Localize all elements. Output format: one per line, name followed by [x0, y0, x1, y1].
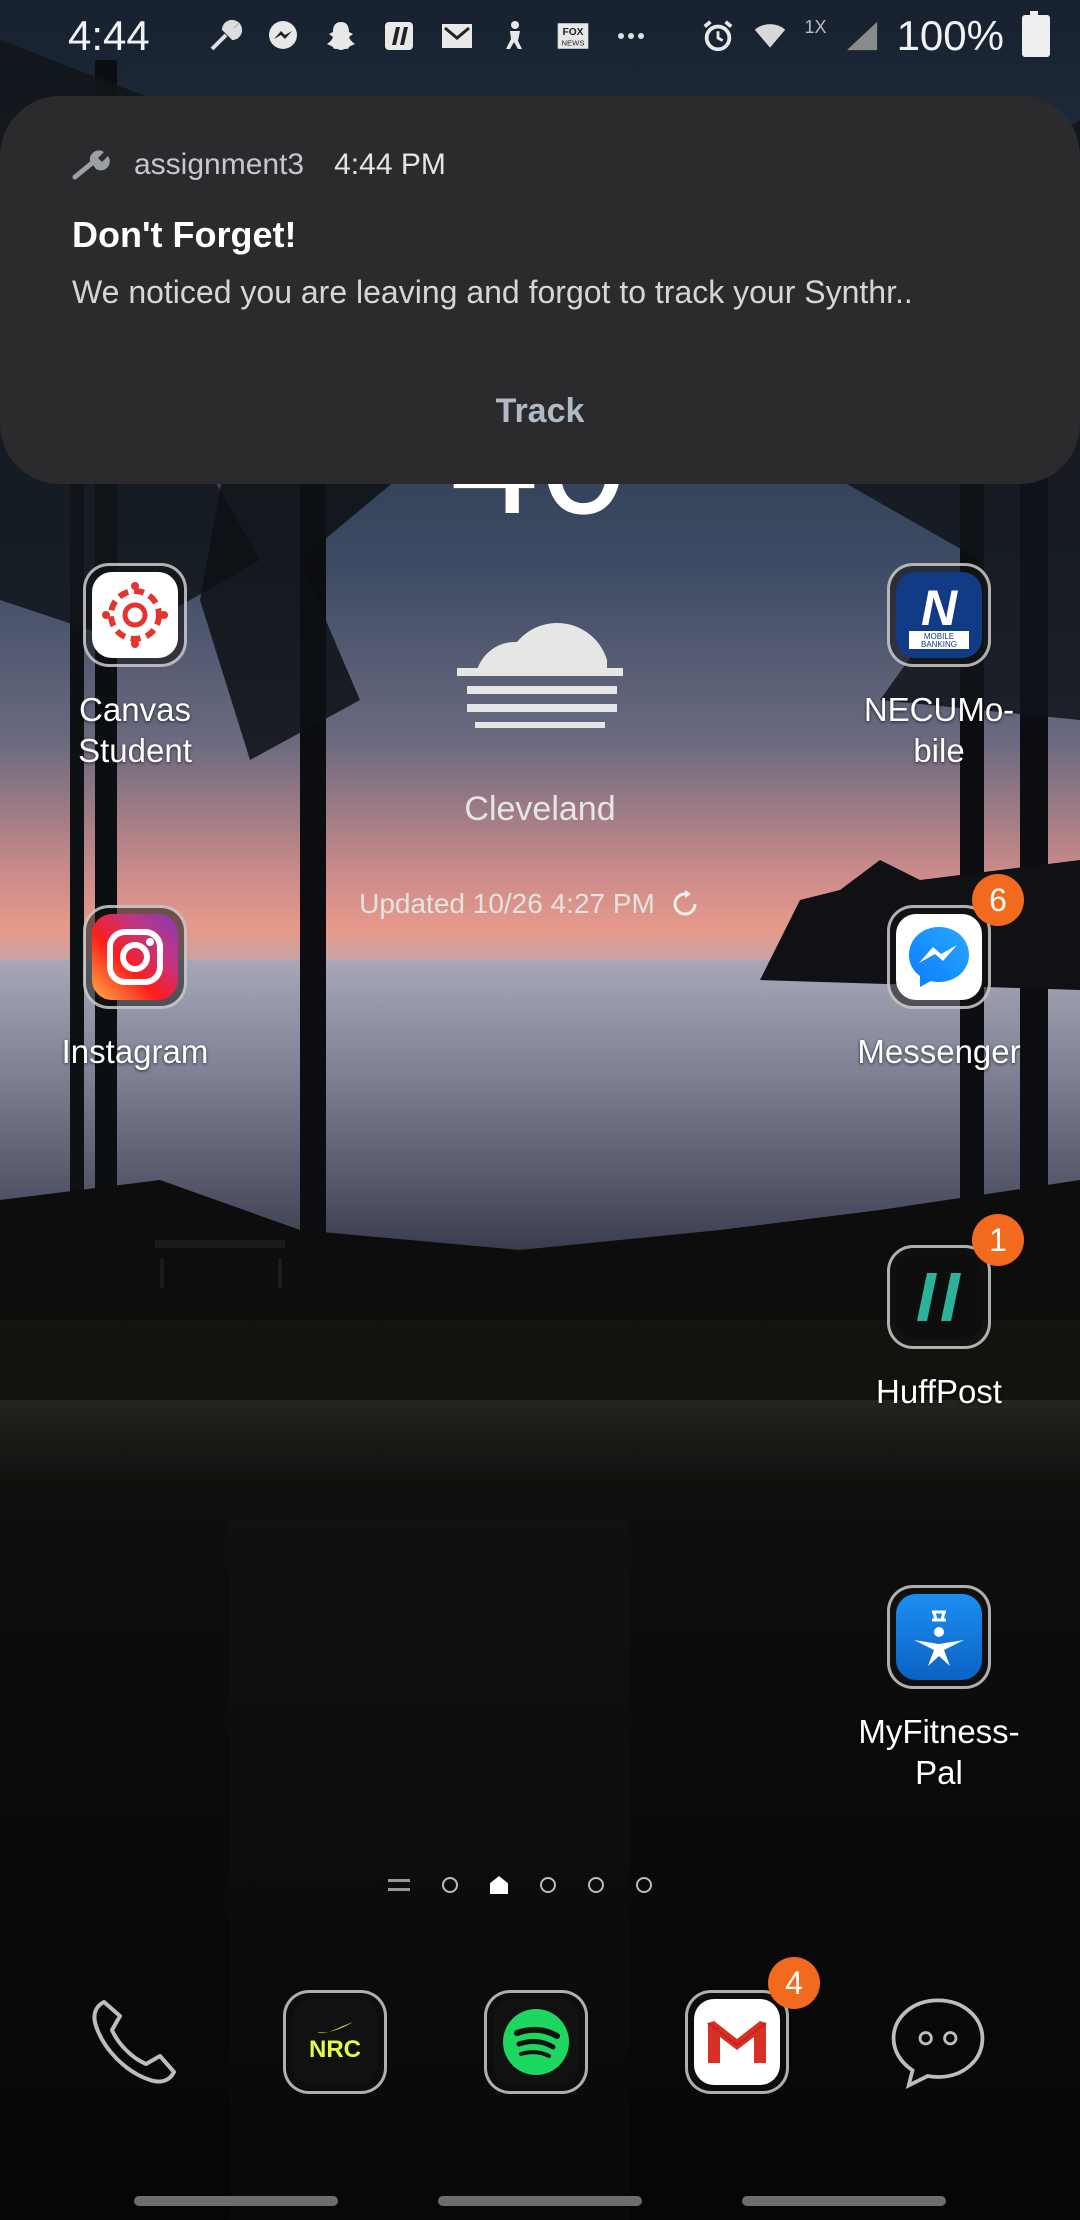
- page-dot[interactable]: [588, 1877, 604, 1893]
- foxnews-icon: FOX NEWS: [556, 19, 590, 53]
- dock-messages[interactable]: [886, 1990, 990, 2094]
- spotify-icon: [484, 1990, 588, 2094]
- huffpost-icon: [382, 19, 416, 53]
- mail-icon: [440, 19, 474, 53]
- app-label-line2: Pal: [915, 1754, 963, 1791]
- svg-text:BANKING: BANKING: [921, 640, 957, 649]
- alarm-icon: [701, 19, 735, 53]
- snapchat-icon: [324, 19, 358, 53]
- phone-icon: [82, 1990, 186, 2094]
- page-indicator-feed[interactable]: [388, 1879, 410, 1891]
- weather-updated-text: Updated 10/26 4:27 PM: [359, 888, 655, 919]
- app-label-line1: MyFitness-: [858, 1713, 1020, 1750]
- nike-icon: [498, 19, 532, 53]
- nrc-text: NRC: [309, 2036, 361, 2063]
- recents-button[interactable]: [134, 2196, 338, 2206]
- dock-gmail[interactable]: 4: [685, 1957, 820, 2094]
- myfitnesspal-icon: [887, 1585, 991, 1689]
- weather-updated[interactable]: Updated 10/26 4:27 PM: [300, 888, 760, 920]
- status-bar: 4:44 FOX NEWS 1X 100%: [0, 0, 1080, 72]
- app-label: NECUMo- bile: [834, 689, 1044, 771]
- notification-app-name: assignment3: [134, 148, 305, 181]
- page-dot[interactable]: [540, 1877, 556, 1893]
- heads-up-notification[interactable]: assignment3 4:44 PM Don't Forget! We not…: [0, 96, 1080, 484]
- app-label-line2: Student: [78, 732, 192, 769]
- home-page-indicator[interactable]: [490, 1876, 508, 1894]
- wifi-icon: [753, 19, 787, 53]
- signal-icon: [845, 19, 879, 53]
- home-button[interactable]: [438, 2196, 642, 2206]
- app-label-line1: Canvas: [79, 691, 191, 728]
- more-icon: [614, 19, 648, 53]
- nike-swoosh-icon: [317, 2022, 353, 2034]
- necu-icon: N MOBILE BANKING: [887, 563, 991, 667]
- app-myfitnesspal[interactable]: MyFitness- Pal: [834, 1585, 1044, 1793]
- svg-text:N: N: [921, 580, 958, 636]
- app-label: MyFitness- Pal: [834, 1711, 1044, 1793]
- notification-badge: 6: [972, 874, 1024, 926]
- wrench-icon: [208, 19, 242, 53]
- canvas-icon: [83, 563, 187, 667]
- refresh-icon[interactable]: [669, 888, 701, 920]
- battery-percent: 100%: [896, 12, 1004, 59]
- app-label: Instagram: [61, 1033, 209, 1070]
- dock-spotify[interactable]: [484, 1990, 588, 2094]
- back-button[interactable]: [742, 2196, 946, 2206]
- notification-title: Don't Forget!: [72, 214, 297, 255]
- app-label: Canvas Student: [30, 689, 240, 771]
- nrc-icon: NRC: [283, 1990, 387, 2094]
- notification-header: assignment3 4:44 PM: [72, 148, 1008, 182]
- navigation-bar: [0, 2186, 1080, 2220]
- messages-icon: [886, 1990, 990, 2094]
- app-label: Messenger: [857, 1033, 1021, 1070]
- svg-text:FOX: FOX: [563, 27, 584, 38]
- page-indicator[interactable]: [388, 1876, 652, 1894]
- app-instagram[interactable]: Instagram: [30, 905, 240, 1072]
- page-dot[interactable]: [636, 1877, 652, 1893]
- page-dot[interactable]: [442, 1877, 458, 1893]
- notification-badge: 4: [768, 1957, 820, 2009]
- track-button[interactable]: Track: [0, 392, 1080, 431]
- huffpost-app-icon: 1: [887, 1214, 1024, 1349]
- app-huffpost[interactable]: 1 HuffPost: [834, 1214, 1044, 1412]
- dock-phone[interactable]: [82, 1990, 186, 2094]
- network-type: 1X: [804, 16, 827, 37]
- app-canvas-student[interactable]: Canvas Student: [30, 563, 240, 771]
- wrench-icon: [72, 150, 110, 180]
- system-indicators: 1X 100%: [701, 11, 1050, 60]
- messenger-app-icon: 6: [887, 874, 1024, 1009]
- fog-icon[interactable]: [455, 600, 625, 730]
- notification-time: 4:44 PM: [334, 148, 446, 181]
- messenger-icon: [266, 19, 300, 53]
- weather-city[interactable]: Cleveland: [400, 790, 680, 829]
- app-label-line2: bile: [913, 732, 965, 769]
- app-label-line1: NECUMo-: [863, 691, 1015, 728]
- dock-nike-run-club[interactable]: NRC: [283, 1990, 387, 2094]
- gmail-icon: 4: [685, 1957, 820, 2094]
- svg-text:NEWS: NEWS: [562, 38, 585, 47]
- weather-temperature-value: 40: [450, 484, 628, 544]
- notification-badge: 1: [972, 1214, 1024, 1266]
- notification-icons: FOX NEWS: [208, 19, 648, 53]
- status-time: 4:44: [68, 12, 150, 59]
- app-necu-mobile[interactable]: N MOBILE BANKING NECUMo- bile: [834, 563, 1044, 771]
- battery-icon: [1022, 11, 1050, 57]
- notification-body: We noticed you are leaving and forgot to…: [72, 274, 913, 310]
- app-label: HuffPost: [876, 1373, 1002, 1410]
- weather-temperature[interactable]: 40: [430, 484, 630, 544]
- instagram-icon: [83, 905, 187, 1009]
- app-messenger[interactable]: 6 Messenger: [834, 874, 1044, 1072]
